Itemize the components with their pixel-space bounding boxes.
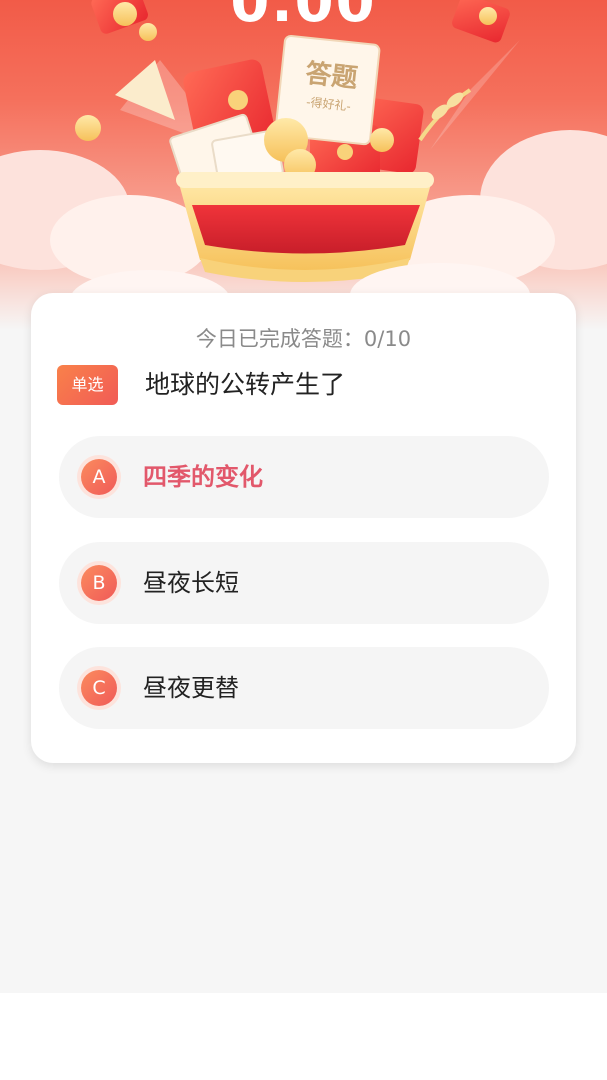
banner-art-title: 答题 xyxy=(304,58,359,94)
option-c-text: 昼夜更替 xyxy=(143,674,239,702)
option-b-letter: B xyxy=(81,565,117,601)
question-card: 今日已完成答题：0/10 单选 地球的公转产生了 A 四季的变化 B 昼夜长短 … xyxy=(31,293,576,763)
option-b[interactable]: B 昼夜长短 xyxy=(59,542,549,624)
option-a[interactable]: A 四季的变化 xyxy=(59,436,549,518)
option-b-text: 昼夜长短 xyxy=(143,569,239,597)
gift-basket-illustration: 答题 -得好礼- xyxy=(0,0,607,330)
quiz-screen: 0.00 答题 -得好礼- 今日已完成答题：0/10 单选 地球的公转产生了 A… xyxy=(0,0,607,993)
option-a-letter: A xyxy=(81,459,117,495)
option-c[interactable]: C 昼夜更替 xyxy=(59,647,549,729)
reward-banner: 0.00 答题 -得好礼- xyxy=(0,0,607,330)
question-text: 地球的公转产生了 xyxy=(145,370,346,399)
option-a-text: 四季的变化 xyxy=(143,463,263,491)
daily-progress-text: 今日已完成答题：0/10 xyxy=(195,327,412,351)
question-type-badge: 单选 xyxy=(57,365,118,405)
option-c-letter: C xyxy=(81,670,117,706)
